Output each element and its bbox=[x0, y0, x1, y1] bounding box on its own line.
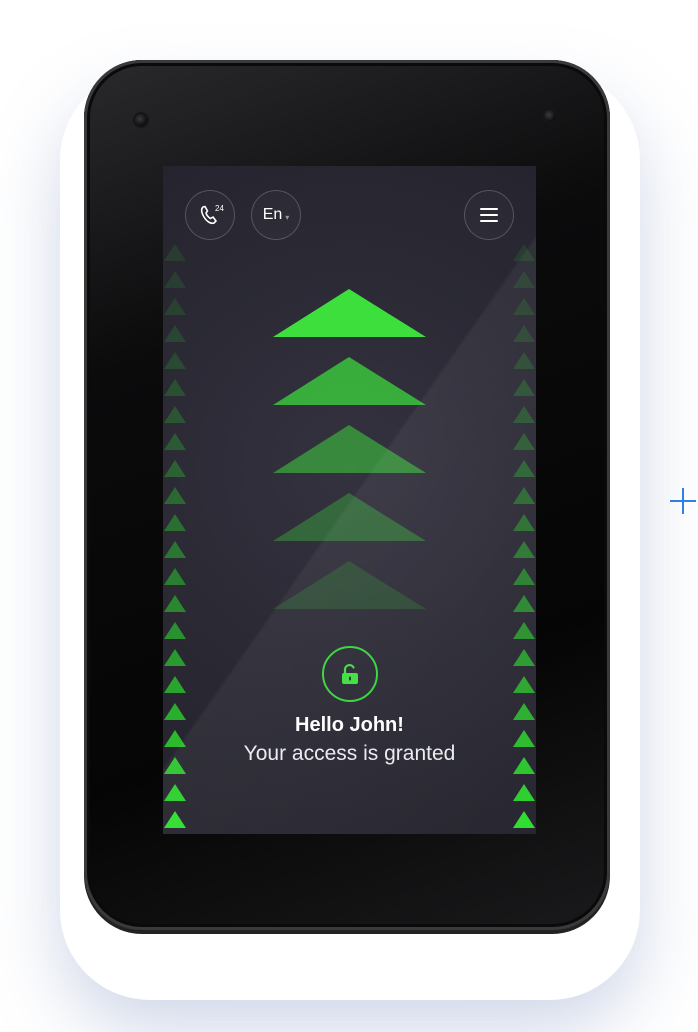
side-up-triangle-icon bbox=[513, 676, 535, 693]
language-selector[interactable]: En ▾ bbox=[251, 190, 301, 240]
side-up-triangle-icon bbox=[164, 784, 186, 801]
side-up-triangle-icon bbox=[513, 649, 535, 666]
greeting-text: Hello John! bbox=[295, 714, 404, 736]
language-label: En bbox=[262, 206, 283, 223]
support-hours-label: 24 bbox=[215, 204, 224, 213]
side-up-triangle-icon bbox=[164, 676, 186, 693]
front-camera-right bbox=[544, 110, 556, 122]
access-screen: 24 En ▾ Hello John! Your access is grant… bbox=[163, 166, 536, 834]
chevron-down-icon: ▾ bbox=[285, 212, 290, 222]
up-triangle-icon bbox=[273, 357, 426, 405]
side-up-triangle-icon bbox=[513, 784, 535, 801]
menu-button[interactable] bbox=[464, 190, 514, 240]
up-triangle-icon bbox=[273, 425, 426, 473]
support-call-button[interactable]: 24 bbox=[185, 190, 235, 240]
up-triangle-icon bbox=[273, 561, 426, 609]
phone-24-icon: 24 bbox=[200, 204, 224, 225]
up-triangle-icon bbox=[273, 289, 426, 337]
side-up-triangle-icon bbox=[513, 811, 535, 828]
front-camera-left bbox=[135, 114, 147, 126]
unlocked-padlock-icon bbox=[322, 646, 378, 702]
side-up-triangle-icon bbox=[164, 649, 186, 666]
plus-icon[interactable] bbox=[669, 487, 697, 515]
hamburger-menu-icon bbox=[480, 208, 498, 222]
up-triangle-icon bbox=[273, 493, 426, 541]
access-status-text: Your access is granted bbox=[243, 742, 456, 765]
side-up-triangle-icon bbox=[164, 811, 186, 828]
